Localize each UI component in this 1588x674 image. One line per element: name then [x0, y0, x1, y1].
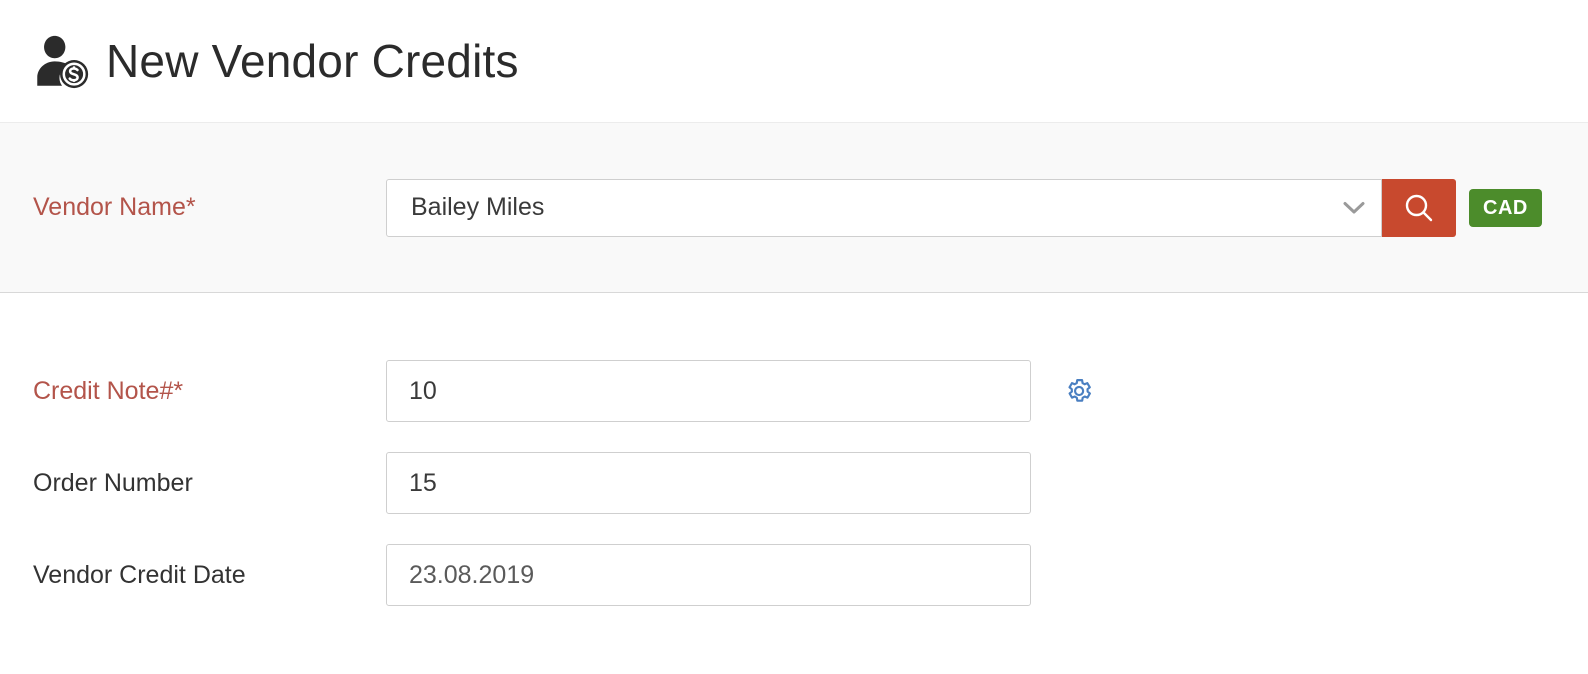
vendor-name-select[interactable]: Bailey Miles	[386, 178, 1382, 237]
order-number-label-cell: Order Number	[0, 469, 386, 498]
credit-note-label-cell: Credit Note#*	[0, 377, 386, 406]
gear-icon	[1064, 376, 1094, 406]
order-number-row: Order Number	[0, 437, 1588, 529]
vendor-name-controls: Bailey Miles CAD	[386, 178, 1542, 237]
search-icon	[1402, 191, 1436, 225]
vendor-credit-person-dollar-icon	[30, 30, 92, 92]
vendor-credit-date-input[interactable]	[386, 544, 1031, 606]
credit-note-row: Credit Note#*	[0, 345, 1588, 437]
credit-note-settings-button[interactable]	[1064, 376, 1094, 406]
vendor-name-section: Vendor Name* Bailey Miles CAD	[0, 123, 1588, 293]
page-title: New Vendor Credits	[106, 35, 519, 87]
vendor-name-label: Vendor Name*	[33, 193, 196, 221]
currency-badge[interactable]: CAD	[1469, 188, 1542, 227]
vendor-credit-date-label: Vendor Credit Date	[33, 560, 246, 589]
page-header: New Vendor Credits	[0, 0, 1588, 123]
order-number-input[interactable]	[386, 452, 1031, 514]
order-number-label: Order Number	[33, 468, 193, 497]
vendor-credit-date-row: Vendor Credit Date	[0, 529, 1588, 621]
vendor-search-button[interactable]	[1382, 178, 1456, 237]
vendor-name-selected-value: Bailey Miles	[411, 193, 545, 221]
credit-note-label: Credit Note#*	[33, 376, 184, 405]
credit-note-input[interactable]	[386, 360, 1031, 422]
vendor-credit-date-label-cell: Vendor Credit Date	[0, 561, 386, 590]
chevron-down-icon	[1343, 201, 1365, 215]
vendor-name-label-cell: Vendor Name*	[0, 193, 386, 222]
vendor-credit-form: Credit Note#* Order Number Vendor Credit…	[0, 293, 1588, 621]
